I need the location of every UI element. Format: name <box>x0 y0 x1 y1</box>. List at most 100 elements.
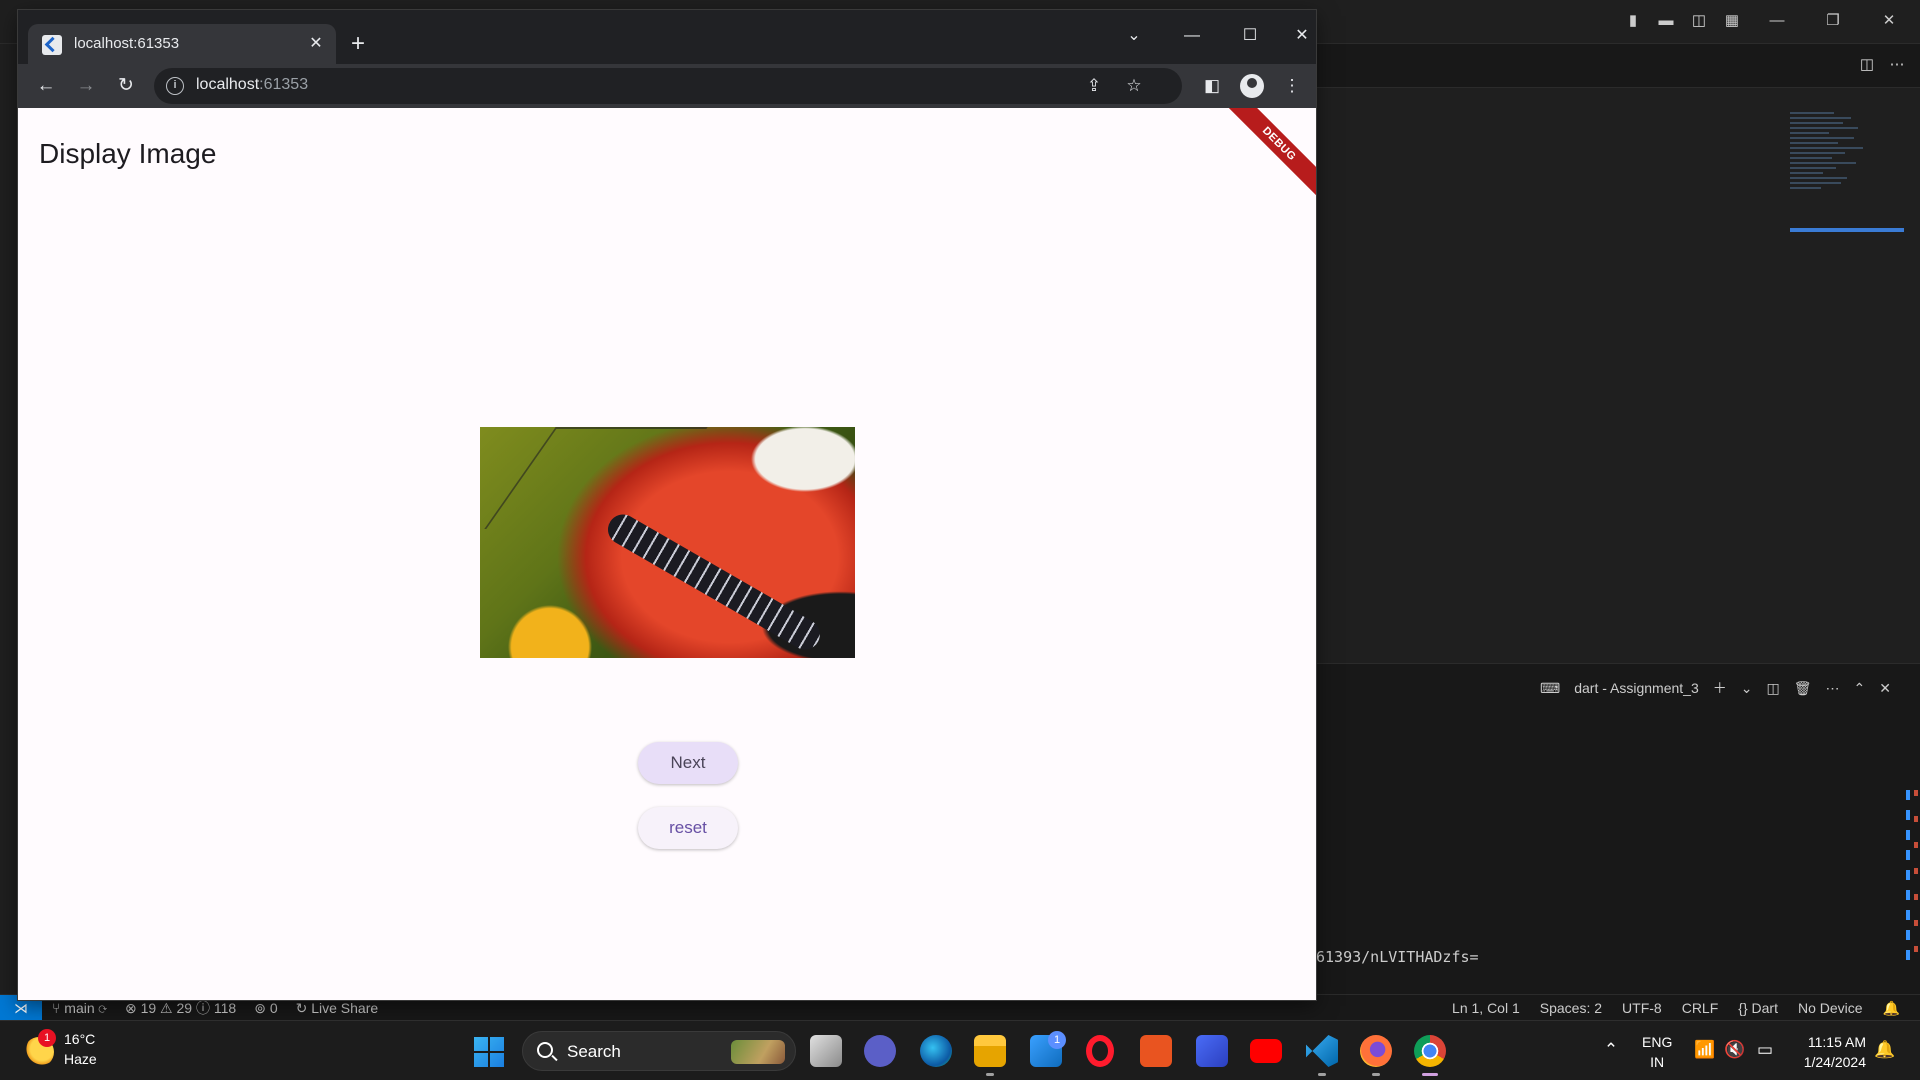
running-indicator <box>1318 1073 1326 1076</box>
notification-bell-icon[interactable]: 🔔 <box>1874 1039 1896 1061</box>
butterfly-image <box>480 427 855 658</box>
live-share-button[interactable]: ↻ Live Share <box>296 1000 379 1017</box>
minimize-icon[interactable]: — <box>1766 10 1788 32</box>
file-explorer-icon[interactable] <box>974 1035 1006 1067</box>
maximize-panel-icon[interactable]: ⌃ <box>1853 680 1865 697</box>
vscode-app-icon[interactable] <box>1306 1035 1338 1067</box>
reset-button[interactable]: reset <box>638 807 738 849</box>
restore-icon[interactable]: ❐ <box>1822 10 1844 32</box>
language-indicator[interactable]: ENG IN <box>1642 1032 1672 1072</box>
back-arrow-icon[interactable]: ← <box>32 72 60 100</box>
side-panel-icon[interactable]: ◧ <box>1200 74 1224 98</box>
more-actions-icon[interactable]: ⋯ <box>1886 54 1908 76</box>
terminal-output: 61393/nLVITHADzfs= <box>1316 948 1479 966</box>
terminal-panel-header: ⌨ dart - Assignment_3 ＋ ⌄ ◫ 🗑 ⋯ ⌃ ✕ <box>1540 676 1891 700</box>
close-window-icon[interactable]: ✕ <box>1288 20 1316 52</box>
profile-avatar-icon[interactable] <box>1240 74 1264 98</box>
new-tab-icon[interactable]: + <box>344 30 372 58</box>
weather-temperature: 16°C <box>64 1031 96 1047</box>
cursor-position[interactable]: Ln 1, Col 1 <box>1452 1000 1520 1016</box>
share-icon[interactable]: ⇪ <box>1082 74 1106 98</box>
tab-search-chevron-icon[interactable]: ⌄ <box>1114 20 1154 52</box>
taskbar-search[interactable]: Search <box>522 1031 796 1071</box>
branch-indicator[interactable]: ⑂ main ⟳ <box>52 1000 107 1016</box>
chrome-icon[interactable] <box>1414 1035 1446 1067</box>
speaker-muted-icon[interactable]: 🔇 <box>1724 1039 1746 1061</box>
ports-count: 0 <box>269 999 278 1016</box>
youtube-icon[interactable] <box>1250 1039 1282 1063</box>
address-bar[interactable]: i localhost:61353 ⇪ ☆ <box>154 68 1182 104</box>
battery-icon[interactable]: ▭ <box>1754 1039 1776 1061</box>
active-indicator <box>1422 1073 1438 1076</box>
terminal-icon: ⌨ <box>1540 679 1561 696</box>
teams-chat-icon[interactable] <box>864 1035 896 1067</box>
new-terminal-icon[interactable]: ＋ <box>1713 678 1727 698</box>
scrollbar-marks-error <box>1914 790 1918 960</box>
next-button[interactable]: Next <box>638 742 738 784</box>
ubuntu-icon[interactable] <box>1140 1035 1172 1067</box>
url-host: localhost <box>196 76 260 93</box>
device-selector[interactable]: No Device <box>1798 1000 1863 1016</box>
customize-layout-icon[interactable]: ▦ <box>1721 10 1743 32</box>
tab-close-icon[interactable]: ✕ <box>304 32 328 56</box>
toggle-primary-sidebar-icon[interactable]: ▮ <box>1622 10 1644 32</box>
site-info-icon[interactable]: i <box>166 77 184 95</box>
end-of-line[interactable]: CRLF <box>1682 1000 1719 1016</box>
url-text[interactable]: localhost:61353 <box>196 76 308 94</box>
tab-strip: localhost:61353 ✕ + ⌄ — ☐ ✕ <box>18 10 1316 64</box>
weather-condition: Haze <box>64 1051 97 1067</box>
scrollbar-marks <box>1906 790 1910 960</box>
minimap-highlight <box>1790 228 1904 232</box>
flutter-app-page: Display Image DEBUG Next reset <box>18 108 1316 1000</box>
minimap[interactable] <box>1790 112 1900 282</box>
split-editor-icon[interactable]: ◫ <box>1856 54 1878 76</box>
indentation[interactable]: Spaces: 2 <box>1540 1000 1602 1016</box>
more-actions-icon[interactable]: ⋯ <box>1825 680 1839 697</box>
toggle-panel-icon[interactable]: ▬ <box>1655 10 1677 32</box>
branch-name: main <box>64 1000 95 1016</box>
wifi-icon[interactable]: 📶 <box>1694 1039 1716 1061</box>
app-bar-title: Display Image <box>39 138 217 169</box>
minimize-icon[interactable]: — <box>1172 20 1212 52</box>
edge-browser-icon[interactable] <box>920 1035 952 1067</box>
windows-taskbar: 1 16°C Haze Search 1 ⌃ ENG IN 📶 🔇 ▭ 11:1… <box>0 1020 1920 1080</box>
ports-indicator[interactable]: ⊚ 0 <box>254 1000 277 1017</box>
search-label: Search <box>567 1042 621 1061</box>
trash-icon[interactable]: 🗑 <box>1794 680 1812 697</box>
browser-tab[interactable]: localhost:61353 ✕ <box>28 24 336 64</box>
language-code: ENG <box>1642 1034 1673 1050</box>
windows-start-icon[interactable] <box>474 1037 504 1067</box>
split-terminal-icon[interactable]: ◫ <box>1766 680 1779 697</box>
forward-arrow-icon[interactable]: → <box>72 72 100 100</box>
live-share-label: Live Share <box>311 999 379 1016</box>
close-icon[interactable]: ✕ <box>1878 10 1900 32</box>
error-count: 19 <box>140 1000 157 1016</box>
terminal-title[interactable]: dart - Assignment_3 <box>1574 680 1699 696</box>
clock-time: 11:15 AM <box>1807 1034 1866 1050</box>
encoding[interactable]: UTF-8 <box>1622 1000 1662 1016</box>
debug-banner: DEBUG <box>1218 108 1316 205</box>
bookmark-star-icon[interactable]: ☆ <box>1122 74 1146 98</box>
url-port: :61353 <box>259 76 309 93</box>
tab-title: localhost:61353 <box>74 35 180 52</box>
clock-date: 1/24/2024 <box>1803 1054 1866 1070</box>
chevron-down-icon[interactable]: ⌄ <box>1741 680 1753 697</box>
running-indicator <box>986 1073 994 1076</box>
reload-icon[interactable]: ↻ <box>112 72 140 100</box>
toggle-secondary-sidebar-icon[interactable]: ◫ <box>1688 10 1710 32</box>
firefox-icon[interactable] <box>1360 1035 1392 1067</box>
maximize-icon[interactable]: ☐ <box>1230 20 1270 52</box>
opera-browser-icon[interactable] <box>1086 1035 1114 1067</box>
task-view-icon[interactable] <box>810 1035 842 1067</box>
chevron-up-icon[interactable]: ⌃ <box>1600 1039 1622 1061</box>
close-panel-icon[interactable]: ✕ <box>1879 680 1891 697</box>
notifications-bell-icon[interactable]: 🔔 <box>1883 1000 1900 1017</box>
automate-app-icon[interactable] <box>1196 1035 1228 1067</box>
problems-indicator[interactable]: ⊗ 19 ⚠ 29 ⓘ 118 <box>125 998 236 1018</box>
language-mode[interactable]: {} Dart <box>1738 1000 1778 1016</box>
browser-toolbar: ← → ↻ i localhost:61353 ⇪ ☆ ◧ ⋮ <box>18 64 1316 108</box>
running-indicator <box>1372 1073 1380 1076</box>
editor-tab-bar: ◫ ⋯ <box>1316 44 1920 88</box>
clock[interactable]: 11:15 AM 1/24/2024 <box>1796 1032 1866 1072</box>
kebab-menu-icon[interactable]: ⋮ <box>1280 74 1304 98</box>
